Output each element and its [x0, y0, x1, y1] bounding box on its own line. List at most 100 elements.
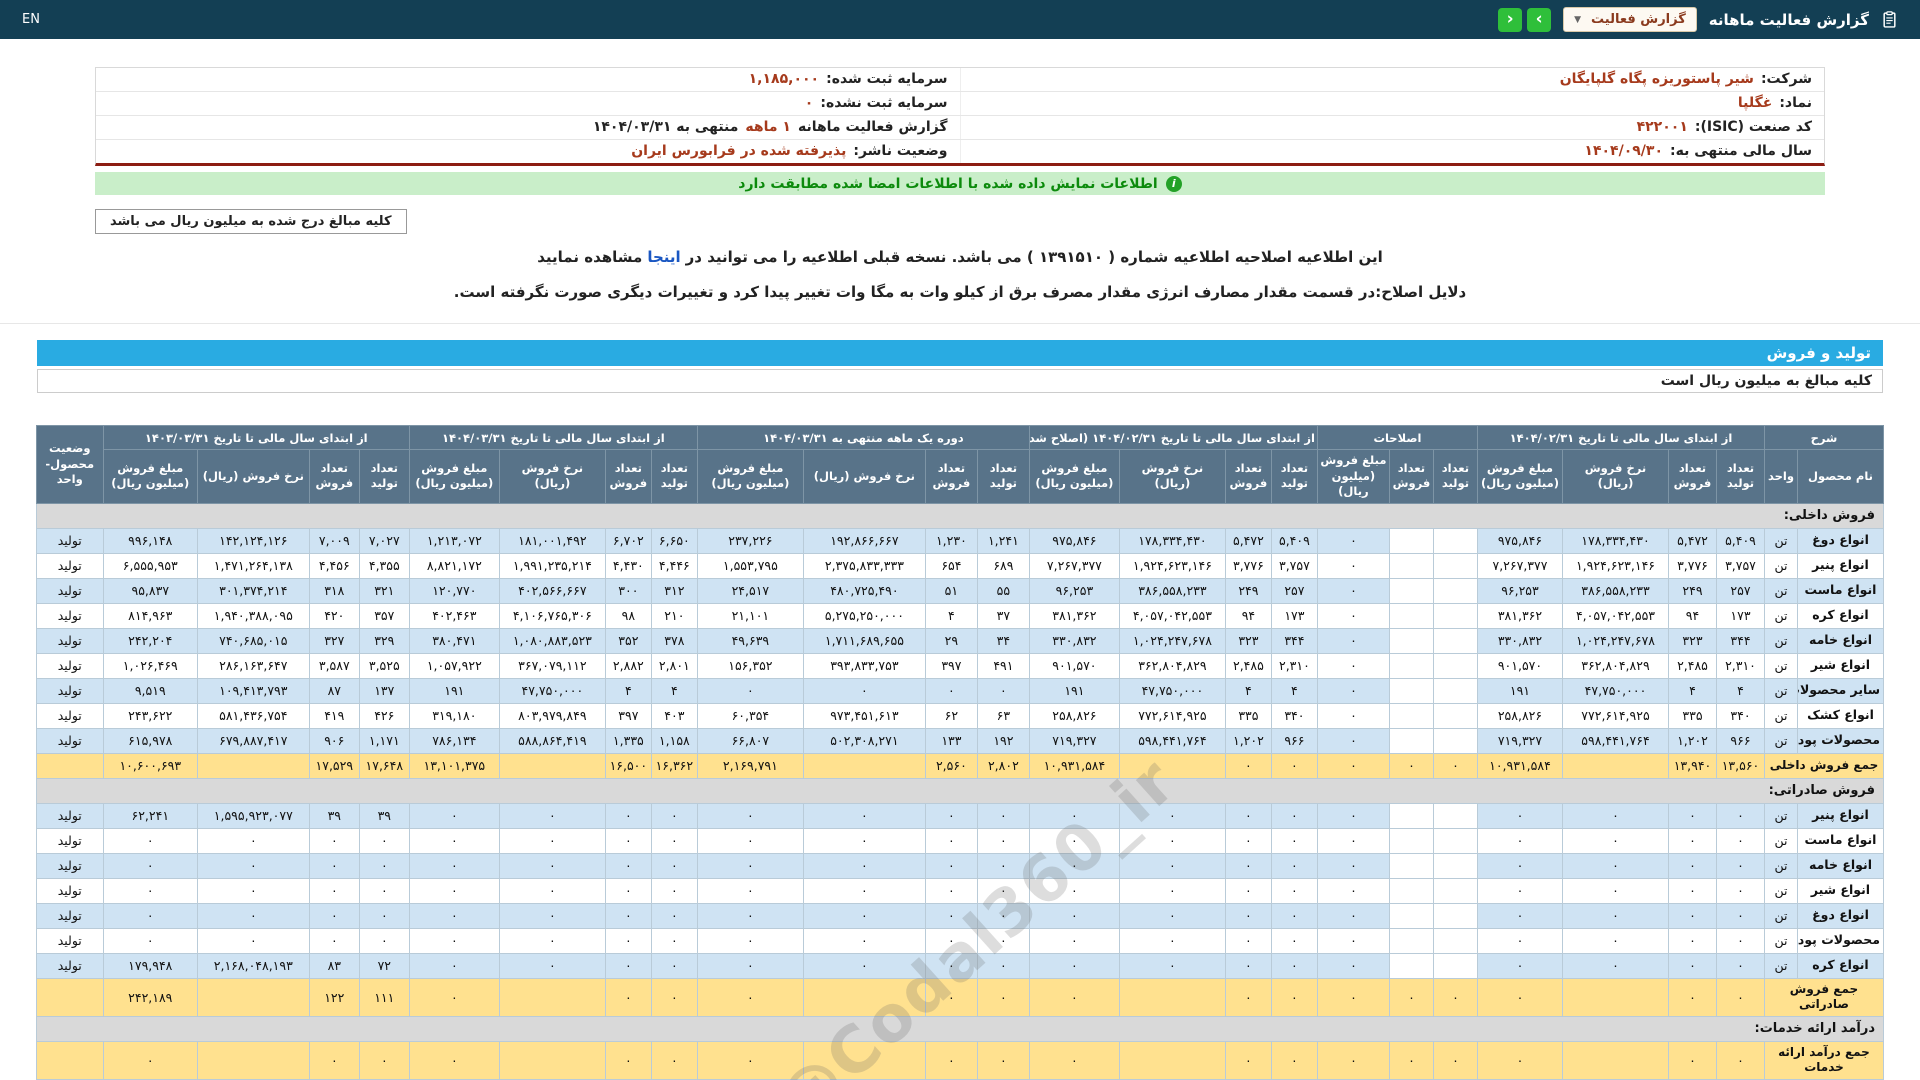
table-cell: ۲۵۷ — [1270, 577, 1318, 604]
table-cell: ۱,۰۲۴,۲۴۷,۶۷۸ — [1561, 627, 1669, 654]
table-cell: ۰ — [1316, 902, 1390, 929]
table-cell: ۱,۰۸۰,۸۸۳,۵۲۳ — [498, 627, 606, 654]
table-cell: ۰ — [604, 927, 652, 954]
table-cell: ۲۵۷ — [1715, 577, 1765, 604]
table-cell: ۴ — [924, 602, 978, 629]
table-cell: ۱,۰۵۷,۹۲۲ — [408, 652, 500, 679]
table-cell: ۹۶,۲۵۳ — [1476, 577, 1563, 604]
table-cell: ۰ — [1667, 927, 1717, 954]
table-cell: ۰ — [1476, 827, 1563, 854]
period-suffix: منتهی به ۱۴۰۴/۰۳/۳۱ — [592, 119, 739, 135]
production-sales-table: شرح از ابتدای سال مالی تا تاریخ ۱۴۰۴/۰۲/۳… — [35, 425, 1885, 1080]
language-toggle[interactable]: EN — [22, 12, 40, 27]
table-cell: تن — [1763, 602, 1799, 629]
table-cell: انواع دوغ — [1797, 902, 1884, 929]
table-cell: ۲,۸۸۲ — [604, 652, 652, 679]
table-cell: ۰ — [1561, 952, 1669, 979]
table-header: وضعیت محصول-واحد — [35, 425, 104, 504]
registered-capital-value: ۱,۱۸۵,۰۰۰ — [748, 71, 820, 87]
table-cell: ۱۰,۹۳۱,۵۸۴ — [1476, 752, 1563, 779]
report-document-icon — [1881, 11, 1898, 28]
table-cell: ۰ — [1316, 527, 1390, 554]
next-report-button[interactable]: › — [1527, 7, 1552, 32]
table-cell: ۵,۴۰۹ — [1715, 527, 1765, 554]
table-cell: ۰ — [1715, 1040, 1765, 1080]
table-cell: ۷۱۹,۳۲۷ — [1476, 727, 1563, 754]
table-cell: ۰ — [1476, 802, 1563, 829]
table-cell: تن — [1763, 827, 1799, 854]
table-cell: ۰ — [604, 902, 652, 929]
table-cell: ۳۱۹,۱۸۰ — [408, 702, 500, 729]
table-cell: ۳۴ — [976, 627, 1030, 654]
table-cell: ۰ — [1561, 927, 1669, 954]
table-cell: ۲,۴۸۵ — [1667, 652, 1717, 679]
table-cell: ۴,۳۵۵ — [358, 552, 410, 579]
table-cell: ۰ — [1316, 952, 1390, 979]
period-prefix: گزارش فعالیت ماهانه — [797, 119, 948, 135]
table-cell: ۳۲۷ — [308, 627, 360, 654]
table-cell: ۰ — [1316, 602, 1390, 629]
product-row: انواع دوغ تن ۰ ۰ ۰ ۰ ۰ ۰ ۰ ۰ ۰ ۰ ۰ ۰ ۰ ۰ ۰ ۰ ۰ ۰ ۰ ۰ ۰ تولید — [35, 902, 1884, 929]
table-header: تعداد تولید — [358, 449, 410, 504]
table-cell: ۰ — [358, 902, 410, 929]
table-cell: ۴۰۳ — [650, 702, 698, 729]
table-cell — [498, 977, 606, 1017]
chevron-down-icon: ▼ — [1574, 14, 1582, 25]
table-cell: ۳۷ — [976, 602, 1030, 629]
table-cell: ۰ — [1270, 877, 1318, 904]
signed-banner-text: اطلاعات نمایش داده شده با اطلاعات امضا ش… — [738, 175, 1158, 192]
table-cell: ۳۳۵ — [1667, 702, 1717, 729]
info-row: کد صنعت (ISIC): ۴۲۲۰۰۱ گزارش فعالیت ماها… — [96, 116, 1824, 140]
table-cell: ۲۱,۱۰۱ — [696, 602, 804, 629]
table-cell: ۲,۸۰۲ — [976, 752, 1030, 779]
table-cell: ۱,۲۰۲ — [1667, 727, 1717, 754]
table-cell: ۳۳۰,۸۳۲ — [1476, 627, 1563, 654]
table-cell: ۰ — [924, 902, 978, 929]
table-cell: ۳۹۷ — [604, 702, 652, 729]
table-cell — [1432, 627, 1478, 654]
table-cell: ۰ — [196, 902, 310, 929]
table-cell: ۳۲۳ — [1224, 627, 1272, 654]
table-cell — [1432, 852, 1478, 879]
table-cell: ۰ — [408, 877, 500, 904]
table-cell: ۰ — [408, 802, 500, 829]
table-cell: ۰ — [1118, 802, 1226, 829]
table-cell — [1432, 877, 1478, 904]
table-header: از ابتدای سال مالی تا تاریخ ۱۴۰۴/۰۲/۳۱ (… — [1028, 425, 1318, 450]
table-cell: تن — [1763, 552, 1799, 579]
table-cell: ۹۰۶ — [308, 727, 360, 754]
table-cell: ۰ — [1667, 802, 1717, 829]
table-cell — [1432, 952, 1478, 979]
table-cell: ۲,۱۶۹,۷۹۱ — [696, 752, 804, 779]
table-cell: ۱,۰۲۶,۴۶۹ — [102, 652, 198, 679]
table-header: نام محصول — [1797, 449, 1884, 504]
table-cell: ۱۳۷ — [358, 677, 410, 704]
table-cell: ۰ — [650, 927, 698, 954]
previous-report-button[interactable]: ‹ — [1498, 7, 1523, 32]
table-cell: ۶۲ — [924, 702, 978, 729]
table-cell: ۷۷۲,۶۱۴,۹۲۵ — [1561, 702, 1669, 729]
table-cell: ۰ — [1270, 827, 1318, 854]
table-cell — [1432, 602, 1478, 629]
product-row: انواع ماست تن ۰ ۰ ۰ ۰ ۰ ۰ ۰ ۰ ۰ ۰ ۰ ۰ ۰ ۰ ۰ ۰ ۰ ۰ ۰ ۰ ۰ تولید — [35, 827, 1884, 854]
table-cell: ۲۱۰ — [650, 602, 698, 629]
table-cell: ۰ — [1316, 702, 1390, 729]
table-cell: ۷۸۶,۱۳۴ — [408, 727, 500, 754]
table-cell — [1388, 852, 1434, 879]
table-cell: ۴,۱۰۶,۷۶۵,۳۰۶ — [498, 602, 606, 629]
table-cell: ۰ — [1316, 727, 1390, 754]
table-cell: ۰ — [1476, 977, 1563, 1017]
table-cell: ۰ — [102, 877, 198, 904]
previous-version-link[interactable]: اینجا — [647, 248, 680, 266]
report-type-select[interactable]: گزارش فعالیت ▼ — [1563, 7, 1697, 32]
company-name: شیر پاستوریزه پگاه گلپایگان — [1559, 71, 1754, 87]
table-cell: ۰ — [196, 877, 310, 904]
table-cell: ۳۸۶,۵۵۸,۲۳۳ — [1561, 577, 1669, 604]
table-cell: ۰ — [1270, 952, 1318, 979]
table-cell: ۶۱۵,۹۷۸ — [102, 727, 198, 754]
table-cell: ۰ — [1224, 802, 1272, 829]
table-cell: ۴ — [1715, 677, 1765, 704]
table-cell: ۳۱۲ — [650, 577, 698, 604]
table-cell: ۰ — [696, 902, 804, 929]
table-cell: ۱,۲۳۰ — [924, 527, 978, 554]
